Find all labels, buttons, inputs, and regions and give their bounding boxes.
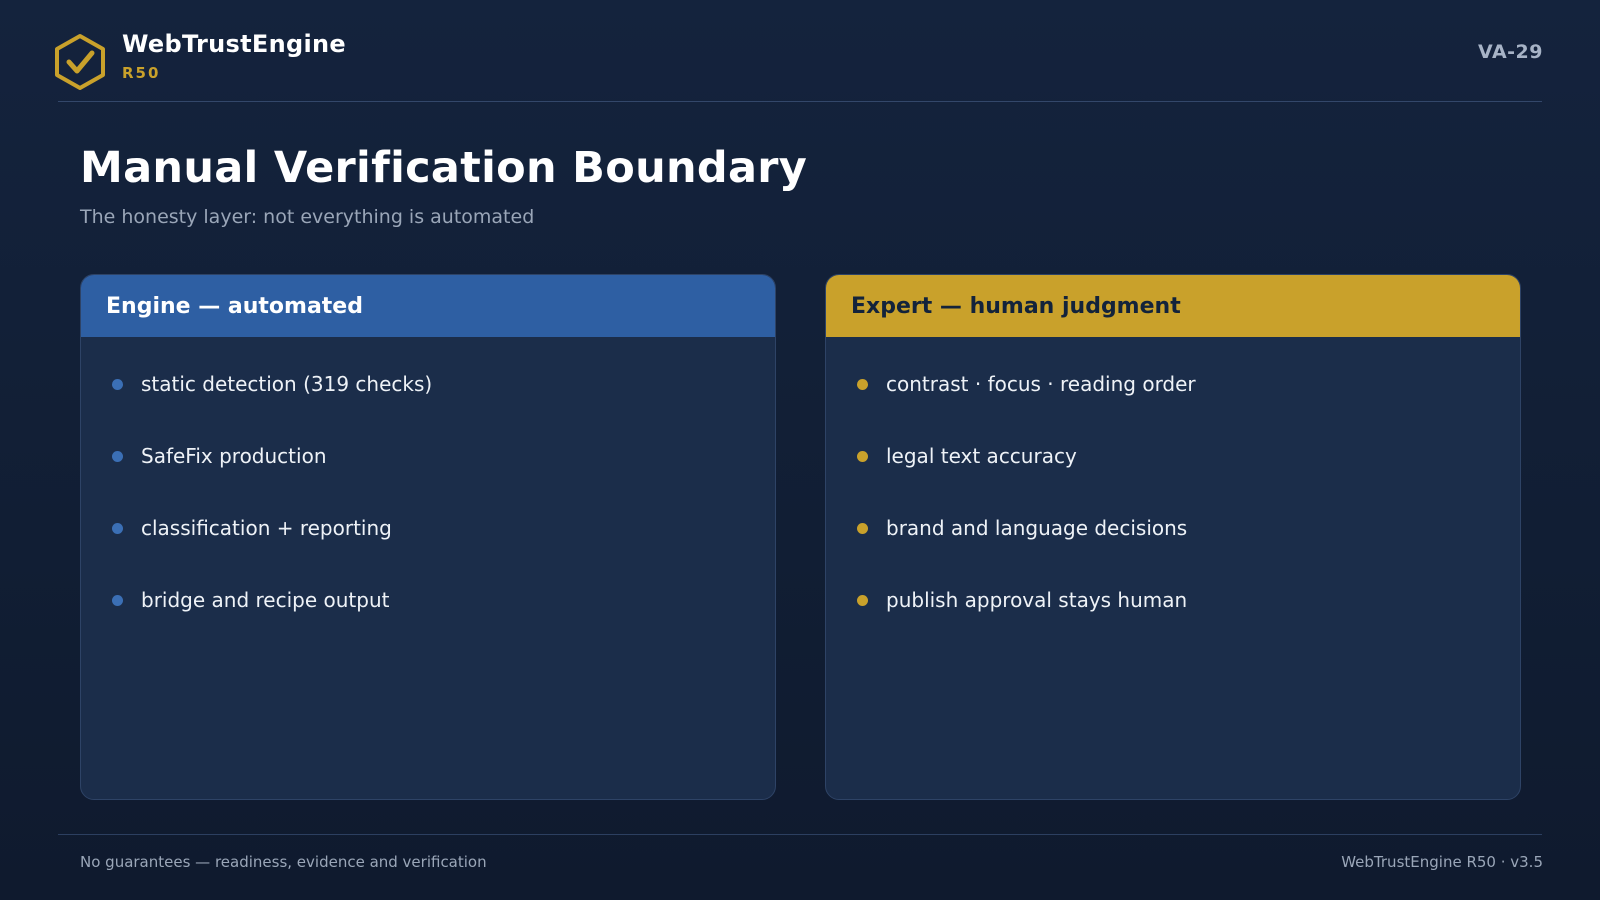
list-item: legal text accuracy: [826, 436, 1520, 508]
engine-card: Engine — automated static detection (319…: [80, 274, 776, 800]
header: WebTrustEngine R50 VA-29: [0, 0, 1600, 102]
bullet-dot-icon: [857, 595, 868, 606]
list-item-label: bridge and recipe output: [141, 588, 390, 612]
header-divider: [58, 101, 1542, 102]
list-item-label: brand and language decisions: [886, 516, 1188, 540]
list-item-label: publish approval stays human: [886, 588, 1188, 612]
footer-divider: [58, 834, 1542, 835]
list-item-label: static detection (319 checks): [141, 372, 433, 396]
expert-card-list: contrast · focus · reading order legal t…: [826, 337, 1520, 652]
footer-disclaimer: No guarantees — readiness, evidence and …: [80, 853, 487, 871]
list-item: bridge and recipe output: [81, 580, 775, 652]
page-title: Manual Verification Boundary: [80, 143, 808, 193]
list-item: publish approval stays human: [826, 580, 1520, 652]
list-item-label: SafeFix production: [141, 444, 327, 468]
bullet-dot-icon: [112, 595, 123, 606]
brand-name: WebTrustEngine: [122, 30, 346, 58]
page-subtitle: The honesty layer: not everything is aut…: [80, 206, 535, 228]
brand-version: R50: [122, 64, 161, 82]
list-item: brand and language decisions: [826, 508, 1520, 580]
bullet-dot-icon: [857, 451, 868, 462]
list-item: SafeFix production: [81, 436, 775, 508]
expert-card: Expert — human judgment contrast · focus…: [825, 274, 1521, 800]
list-item-label: contrast · focus · reading order: [886, 372, 1196, 396]
hexagon-check-icon: [55, 34, 105, 90]
list-item: contrast · focus · reading order: [826, 364, 1520, 436]
list-item: static detection (319 checks): [81, 364, 775, 436]
slide: WebTrustEngine R50 VA-29 Manual Verifica…: [0, 0, 1600, 900]
list-item: classification + reporting: [81, 508, 775, 580]
engine-card-heading: Engine — automated: [81, 275, 775, 337]
expert-card-heading: Expert — human judgment: [826, 275, 1520, 337]
engine-card-list: static detection (319 checks) SafeFix pr…: [81, 337, 775, 652]
bullet-dot-icon: [112, 451, 123, 462]
slide-id: VA-29: [1478, 41, 1543, 63]
bullet-dot-icon: [112, 523, 123, 534]
bullet-dot-icon: [112, 379, 123, 390]
footer-version: WebTrustEngine R50 · v3.5: [1341, 853, 1543, 871]
list-item-label: legal text accuracy: [886, 444, 1077, 468]
bullet-dot-icon: [857, 379, 868, 390]
bullet-dot-icon: [857, 523, 868, 534]
list-item-label: classification + reporting: [141, 516, 392, 540]
